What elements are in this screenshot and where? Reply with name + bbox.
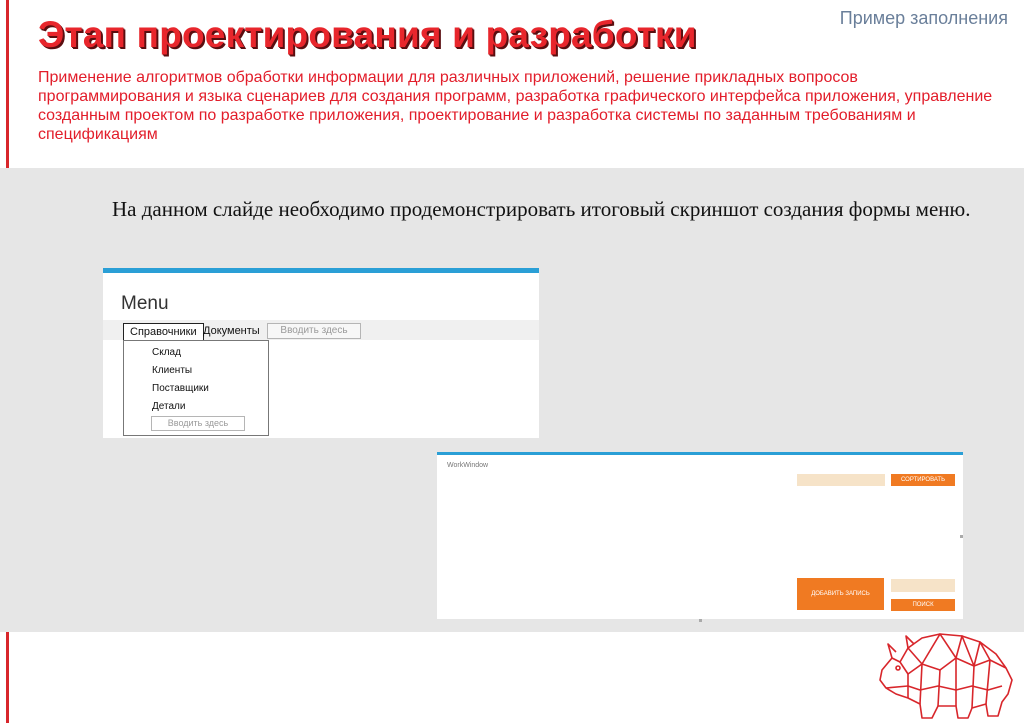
menu-item-documents[interactable]: Документы <box>203 323 260 339</box>
dropdown-item-warehouse[interactable]: Склад <box>152 347 181 358</box>
dropdown-item-parts[interactable]: Детали <box>152 401 185 412</box>
page-title: Этап проектирования и разработки <box>38 14 697 55</box>
sort-button[interactable]: СОРТИРОВАТЬ <box>891 474 955 486</box>
menu-item-directories[interactable]: Справочники <box>123 323 204 341</box>
add-record-button[interactable]: ДОБАВИТЬ ЗАПИСЬ <box>797 578 884 610</box>
menu-type-here-box[interactable]: Вводить здесь <box>267 323 361 339</box>
resize-grip-bottom[interactable] <box>699 619 702 622</box>
menu-form-screenshot: Menu Справочники Документы Вводить здесь… <box>103 268 539 438</box>
sort-textbox[interactable] <box>797 474 885 486</box>
dropdown-type-here-box[interactable]: Вводить здесь <box>151 416 245 431</box>
work-window-title: WorkWindow <box>447 462 489 469</box>
search-button[interactable]: ПОИСК <box>891 599 955 611</box>
dropdown-item-clients[interactable]: Клиенты <box>152 365 192 376</box>
dropdown-menu: Склад Клиенты Поставщики Детали Вводить … <box>123 340 269 436</box>
dropdown-item-suppliers[interactable]: Поставщики <box>152 383 209 394</box>
rhino-logo-icon <box>879 633 1013 719</box>
work-window-screenshot: WorkWindow СОРТИРОВАТЬ ДОБАВИТЬ ЗАПИСЬ П… <box>437 452 963 622</box>
description-text: Применение алгоритмов обработки информац… <box>38 69 993 143</box>
resize-grip-right[interactable] <box>960 535 963 538</box>
sample-label: Пример заполнения <box>839 8 1008 28</box>
search-textbox[interactable] <box>891 579 955 592</box>
instruction-text: На данном слайде необходимо продемонстри… <box>112 197 971 221</box>
menu-form-title: Menu <box>121 293 169 314</box>
